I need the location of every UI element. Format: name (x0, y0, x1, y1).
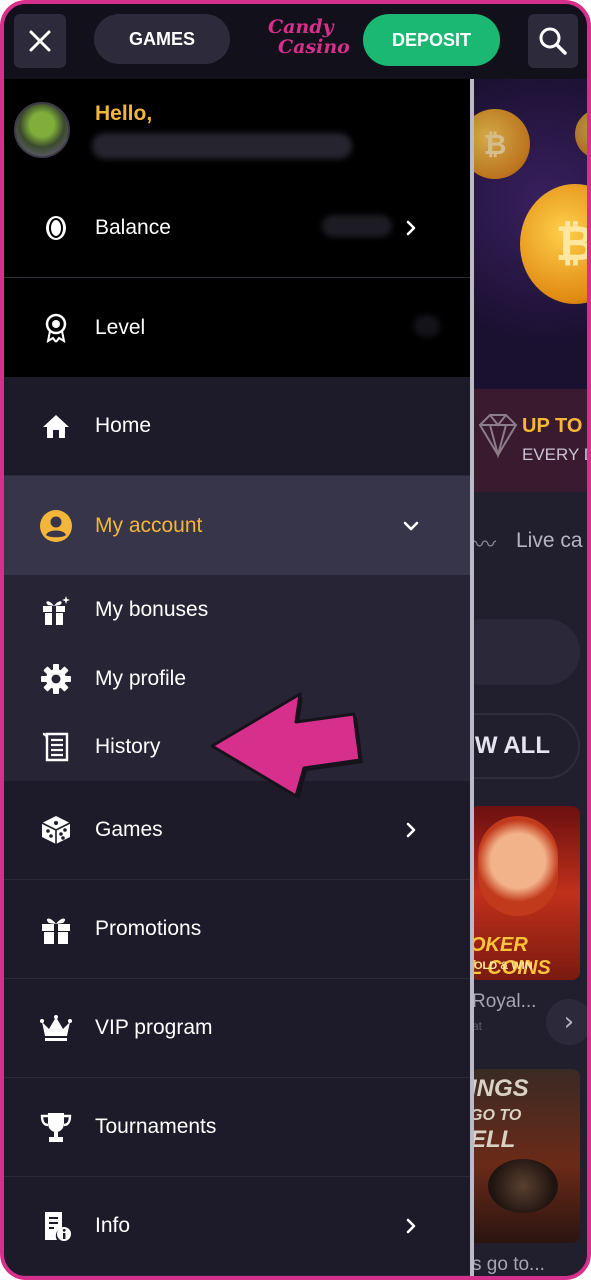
app-frame: ₿ ₿ ₿ UP TO EVERY D 〰 Live ca W ALL OKER… (0, 0, 591, 1280)
menu-item-label: Games (95, 818, 163, 841)
greeting-text: Hello, (95, 102, 153, 125)
gift-icon (40, 913, 72, 945)
info-document-icon (40, 1210, 72, 1242)
menu-item-label: My bonuses (95, 597, 209, 621)
chevron-down-icon (403, 521, 419, 530)
candy-casino-logo[interactable]: Candy Casino (264, 14, 350, 68)
close-menu-button[interactable] (14, 14, 66, 68)
game-card-title: OKER L COINS (470, 934, 551, 979)
menu-item-label: My account (95, 513, 203, 537)
game-search-field[interactable] (470, 619, 580, 685)
side-menu: Hello, Balance Level Home My account My … (4, 79, 470, 1276)
game-card-tag: OLD & WIN (474, 960, 533, 972)
menu-item-label: Info (95, 1214, 131, 1237)
pointer-arrow-icon (210, 692, 363, 799)
chevron-right-icon (406, 822, 416, 838)
chevron-right-icon (406, 220, 416, 235)
diamond-icon (478, 414, 518, 459)
menu-item-my-account[interactable]: My account (4, 476, 470, 575)
menu-item-label: History (95, 735, 161, 758)
redacted-balance (322, 215, 392, 237)
menu-item-promotions[interactable]: Promotions (4, 880, 470, 979)
game-card[interactable]: INGS GO TO ELL (470, 1069, 580, 1243)
search-icon (539, 27, 567, 55)
coin-icon (40, 212, 72, 244)
menu-item-balance[interactable]: Balance (4, 178, 470, 278)
close-icon (29, 30, 51, 52)
menu-item-home[interactable]: Home (4, 377, 470, 476)
chevron-right-icon (406, 1218, 416, 1234)
menu-edge-divider (470, 79, 474, 1276)
gift-box-icon (40, 594, 72, 626)
top-header: GAMES Candy Casino DEPOSIT (4, 4, 587, 79)
menu-item-label: Promotions (95, 917, 202, 940)
bitcoin-coin-icon: ₿ (575, 109, 587, 159)
gear-icon (40, 663, 72, 695)
tab-live-casino-label: Live ca (516, 529, 583, 552)
game-card-name: Royal... (472, 991, 537, 1012)
background-page: ₿ ₿ ₿ UP TO EVERY D 〰 Live ca W ALL OKER… (470, 79, 591, 1276)
menu-item-label: Home (95, 414, 152, 437)
dice-icon (40, 814, 72, 846)
submenu-item-my-bonuses[interactable]: My bonuses (4, 575, 470, 644)
user-profile-header: Hello, (4, 79, 470, 178)
menu-item-label: Level (95, 315, 146, 339)
game-card-title: INGS GO TO ELL (470, 1075, 529, 1153)
menu-item-label: My profile (95, 666, 187, 690)
bitcoin-coin-icon: ₿ (470, 109, 530, 179)
award-badge-icon (40, 312, 72, 344)
hero-banner[interactable]: ₿ ₿ ₿ (470, 79, 587, 389)
coin-artwork (488, 1159, 558, 1213)
game-card[interactable]: OKER L COINS OLD & WIN (470, 806, 580, 980)
tab-live-casino[interactable]: 〰 Live ca (470, 525, 587, 559)
redacted-username (92, 133, 352, 159)
user-circle-icon (40, 509, 72, 542)
home-icon (40, 410, 72, 442)
scroll-history-icon (40, 731, 72, 763)
search-button[interactable] (528, 14, 578, 68)
bitcoin-coin-icon: ₿ (520, 184, 587, 304)
mustache-icon: 〰 (474, 532, 497, 557)
menu-item-label: VIP program (95, 1016, 213, 1039)
promo-subtitle: EVERY D (522, 445, 591, 464)
carousel-next-button[interactable]: › (546, 999, 587, 1045)
joker-artwork (478, 816, 558, 916)
menu-item-label: Tournaments (95, 1115, 217, 1138)
menu-item-tournaments[interactable]: Tournaments (4, 1078, 470, 1177)
crown-icon (40, 1012, 72, 1044)
promo-banner[interactable]: UP TO EVERY D (470, 389, 591, 492)
trophy-icon (40, 1111, 72, 1143)
view-all-button[interactable]: W ALL (470, 713, 580, 779)
game-card-name: s go to... (472, 1254, 545, 1275)
menu-item-info[interactable]: Info (4, 1177, 470, 1276)
menu-item-label: Balance (95, 215, 171, 239)
games-button[interactable]: GAMES (94, 14, 230, 64)
deposit-button[interactable]: DEPOSIT (363, 14, 500, 66)
promo-title: UP TO (522, 415, 583, 437)
redacted-level (414, 315, 440, 337)
menu-item-level[interactable]: Level (4, 278, 470, 377)
avatar[interactable] (14, 102, 70, 158)
menu-item-vip-program[interactable]: VIP program (4, 979, 470, 1078)
